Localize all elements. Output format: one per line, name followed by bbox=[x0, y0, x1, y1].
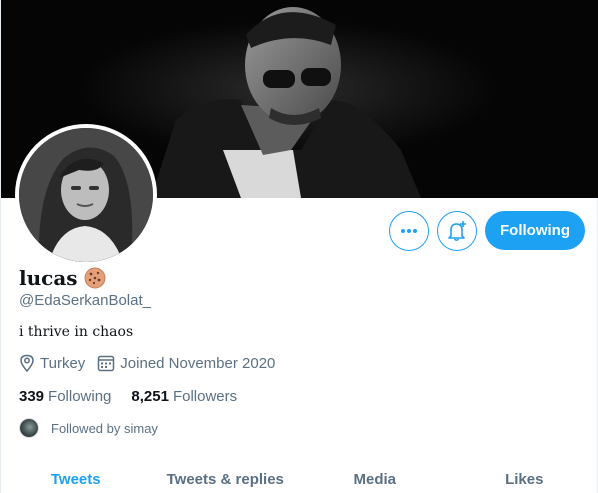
profile-avatar[interactable] bbox=[15, 124, 157, 266]
name-row: lucas bbox=[19, 266, 106, 290]
follow-stats: 339 Following 8,251 Followers bbox=[19, 388, 257, 405]
calendar-icon bbox=[98, 355, 115, 372]
more-options-button[interactable] bbox=[389, 211, 429, 251]
following-stat[interactable]: 339 Following bbox=[19, 388, 111, 405]
followed-by-row[interactable]: Followed by simay bbox=[19, 418, 158, 438]
tab-tweets[interactable]: Tweets bbox=[1, 462, 151, 493]
tab-tweets-replies[interactable]: Tweets & replies bbox=[151, 462, 301, 493]
followers-stat[interactable]: 8,251 Followers bbox=[131, 388, 237, 405]
tab-media[interactable]: Media bbox=[300, 462, 450, 493]
profile-page: Following lucas @EdaSerkanBolat_ i thriv… bbox=[0, 0, 598, 493]
bell-plus-icon bbox=[448, 221, 466, 242]
location-item: Turkey bbox=[19, 354, 85, 372]
display-name: lucas bbox=[19, 266, 78, 290]
follower-avatar bbox=[19, 418, 39, 438]
more-icon bbox=[401, 229, 417, 233]
tab-likes[interactable]: Likes bbox=[450, 462, 598, 493]
joined-text: Joined November 2020 bbox=[120, 354, 276, 372]
location-pin-icon bbox=[20, 354, 34, 372]
profile-tabs: Tweets Tweets & replies Media Likes bbox=[1, 462, 598, 493]
profile-bio: i thrive in chaos bbox=[19, 324, 134, 340]
joined-item: Joined November 2020 bbox=[97, 354, 275, 372]
following-label: Following bbox=[48, 388, 112, 405]
cookie-icon bbox=[84, 267, 106, 289]
notifications-button[interactable] bbox=[437, 211, 477, 251]
followers-label: Followers bbox=[172, 388, 238, 405]
followers-count: 8,251 bbox=[131, 388, 169, 405]
following-button[interactable]: Following bbox=[485, 211, 585, 250]
profile-handle: @EdaSerkanBolat_ bbox=[19, 292, 151, 309]
location-text: Turkey bbox=[40, 354, 86, 372]
profile-meta: Turkey Joined November 2020 bbox=[19, 354, 287, 372]
following-count: 339 bbox=[19, 388, 45, 405]
avatar-photo bbox=[19, 128, 153, 262]
followed-by-text: Followed by simay bbox=[51, 420, 158, 436]
